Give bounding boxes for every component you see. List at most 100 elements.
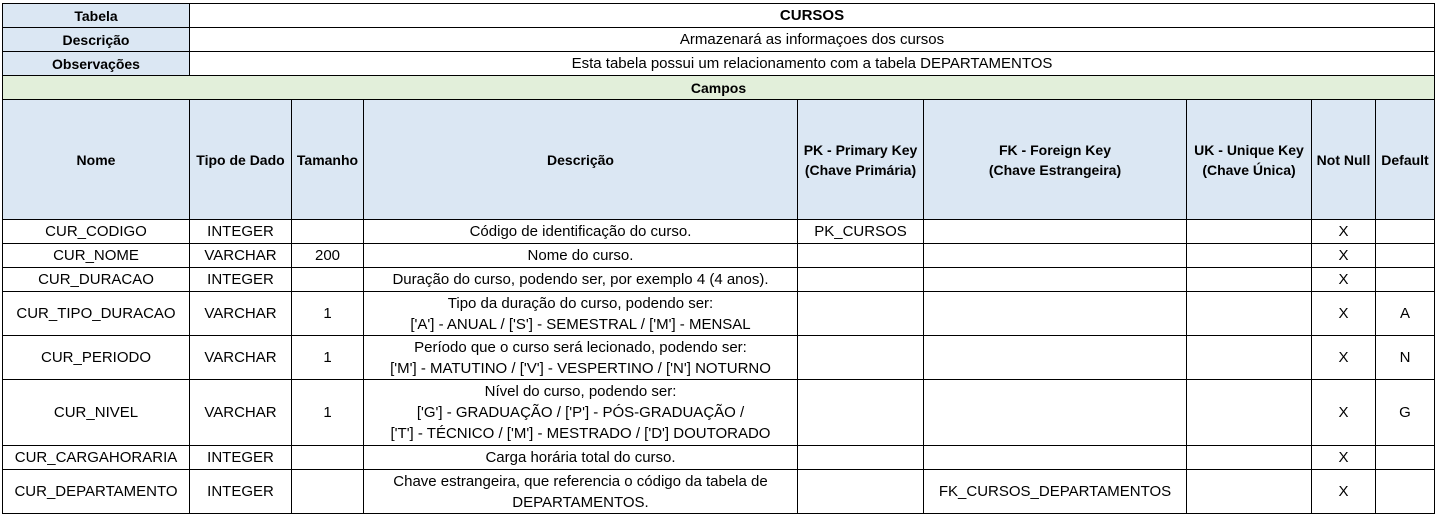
col-header-uk[interactable]: UK - Unique Key (Chave Única) — [1186, 99, 1312, 220]
table-row: CUR_CODIGO INTEGER Código de identificação… — [2, 219, 1435, 244]
cell-descricao[interactable]: Código de identificação do curso. — [363, 219, 798, 244]
cell-tipo[interactable]: VARCHAR — [189, 335, 292, 380]
cell-descricao[interactable]: Nível do curso, podendo ser: ['G'] - GRAD… — [363, 379, 798, 446]
cell-default[interactable] — [1375, 219, 1435, 244]
cell-default[interactable] — [1375, 445, 1435, 470]
descricao-line: Nome do curso. — [527, 247, 634, 264]
cell-uk[interactable] — [1186, 243, 1312, 268]
cell-tipo[interactable]: VARCHAR — [189, 291, 292, 336]
cell-tipo[interactable]: INTEGER — [189, 469, 292, 514]
cell-notnull[interactable]: X — [1311, 267, 1376, 292]
cell-notnull[interactable]: X — [1311, 379, 1376, 446]
col-header-pk-line2: (Chave Primária) — [804, 161, 917, 178]
col-header-nome[interactable]: Nome — [2, 99, 190, 220]
cell-fk[interactable] — [923, 335, 1187, 380]
cell-descricao[interactable]: Período que o curso será lecionado, pode… — [363, 335, 798, 380]
cell-tamanho[interactable] — [291, 219, 364, 244]
descricao-value[interactable]: Armazenará as informaçoes dos cursos — [189, 27, 1435, 52]
cell-uk[interactable] — [1186, 267, 1312, 292]
cell-tipo[interactable]: VARCHAR — [189, 379, 292, 446]
cell-tamanho[interactable]: 1 — [291, 335, 364, 380]
cell-default[interactable]: A — [1375, 291, 1435, 336]
descricao-line: Código de identificação do curso. — [469, 223, 692, 240]
col-header-notnull[interactable]: Not Null — [1311, 99, 1376, 220]
cell-tipo[interactable]: VARCHAR — [189, 243, 292, 268]
descricao-label[interactable]: Descrição — [2, 27, 190, 52]
col-header-tipo[interactable]: Tipo de Dado — [189, 99, 292, 220]
cell-uk[interactable] — [1186, 291, 1312, 336]
cell-notnull[interactable]: X — [1311, 291, 1376, 336]
col-header-descricao[interactable]: Descrição — [363, 99, 798, 220]
cell-descricao[interactable]: Duração do curso, podendo ser, por exemp… — [363, 267, 798, 292]
cell-notnull[interactable]: X — [1311, 445, 1376, 470]
cell-uk[interactable] — [1186, 445, 1312, 470]
cell-fk[interactable] — [923, 379, 1187, 446]
cell-nome[interactable]: CUR_DURACAO — [2, 267, 190, 292]
cell-default[interactable] — [1375, 267, 1435, 292]
cell-pk[interactable] — [797, 267, 924, 292]
col-header-tamanho[interactable]: Tamanho — [291, 99, 364, 220]
dictionary-table: Tabela CURSOS Descrição Armazenará as in… — [2, 3, 1435, 514]
cell-nome[interactable]: CUR_DEPARTAMENTO — [2, 469, 190, 514]
cell-descricao[interactable]: Carga horária total do curso. — [363, 445, 798, 470]
descricao-line: ['M'] - MATUTINO / ['V'] - VESPERTINO / … — [390, 359, 771, 377]
observacoes-label[interactable]: Observações — [2, 51, 190, 76]
cell-tamanho[interactable] — [291, 267, 364, 292]
cell-notnull[interactable]: X — [1311, 469, 1376, 514]
cell-nome[interactable]: CUR_CODIGO — [2, 219, 190, 244]
cell-fk[interactable] — [923, 445, 1187, 470]
descricao-line: Duração do curso, podendo ser, por exemp… — [392, 271, 769, 288]
cell-tamanho[interactable]: 200 — [291, 243, 364, 268]
tabela-label[interactable]: Tabela — [2, 3, 190, 28]
cell-tamanho[interactable]: 1 — [291, 291, 364, 336]
cell-fk[interactable] — [923, 291, 1187, 336]
table-row: CUR_PERIODO VARCHAR 1 Período que o curso s… — [2, 335, 1435, 380]
cell-nome[interactable]: CUR_TIPO_DURACAO — [2, 291, 190, 336]
cell-pk[interactable] — [797, 379, 924, 446]
cell-descricao[interactable]: Chave estrangeira, que referencia o códi… — [363, 469, 798, 514]
col-header-fk[interactable]: FK - Foreign Key (Chave Estrangeira) — [923, 99, 1187, 220]
cell-tamanho[interactable]: 1 — [291, 379, 364, 446]
cell-default[interactable] — [1375, 243, 1435, 268]
cell-pk[interactable] — [797, 243, 924, 268]
cell-fk[interactable] — [923, 267, 1187, 292]
cell-uk[interactable] — [1186, 335, 1312, 380]
cell-notnull[interactable]: X — [1311, 243, 1376, 268]
cell-pk[interactable] — [797, 291, 924, 336]
cell-uk[interactable] — [1186, 219, 1312, 244]
cell-uk[interactable] — [1186, 379, 1312, 446]
cell-tipo[interactable]: INTEGER — [189, 219, 292, 244]
col-header-pk[interactable]: PK - Primary Key (Chave Primária) — [797, 99, 924, 220]
cell-fk[interactable]: FK_CURSOS_DEPARTAMENTOS — [923, 469, 1187, 514]
cell-descricao[interactable]: Nome do curso. — [363, 243, 798, 268]
cell-descricao[interactable]: Tipo da duração do curso, podendo ser: ['… — [363, 291, 798, 336]
observacoes-value[interactable]: Esta tabela possui um relacionamento com… — [189, 51, 1435, 76]
cell-nome[interactable]: CUR_CARGAHORARIA — [2, 445, 190, 470]
cell-pk[interactable] — [797, 445, 924, 470]
cell-tipo[interactable]: INTEGER — [189, 267, 292, 292]
cell-nome[interactable]: CUR_NIVEL — [2, 379, 190, 446]
cell-pk[interactable]: PK_CURSOS — [797, 219, 924, 244]
cell-tamanho[interactable] — [291, 445, 364, 470]
cell-notnull[interactable]: X — [1311, 335, 1376, 380]
cell-default[interactable]: N — [1375, 335, 1435, 380]
tabela-value[interactable]: CURSOS — [189, 3, 1435, 28]
col-header-default[interactable]: Default — [1375, 99, 1435, 220]
cell-default[interactable] — [1375, 469, 1435, 514]
cell-pk[interactable] — [797, 335, 924, 380]
cell-nome[interactable]: CUR_NOME — [2, 243, 190, 268]
cell-uk[interactable] — [1186, 469, 1312, 514]
cell-fk[interactable] — [923, 219, 1187, 244]
cell-default[interactable]: G — [1375, 379, 1435, 446]
cell-tipo[interactable]: INTEGER — [189, 445, 292, 470]
col-header-fk-line2: (Chave Estrangeira) — [988, 161, 1122, 178]
cell-fk[interactable] — [923, 243, 1187, 268]
row-tabela: Tabela CURSOS — [2, 3, 1435, 28]
cell-notnull[interactable]: X — [1311, 219, 1376, 244]
table-row: CUR_NOME VARCHAR 200 Nome do curso. X — [2, 243, 1435, 268]
cell-pk[interactable] — [797, 469, 924, 514]
section-campos[interactable]: Campos — [2, 75, 1435, 100]
col-header-uk-line1: UK - Unique Key — [1194, 141, 1304, 158]
cell-tamanho[interactable] — [291, 469, 364, 514]
cell-nome[interactable]: CUR_PERIODO — [2, 335, 190, 380]
